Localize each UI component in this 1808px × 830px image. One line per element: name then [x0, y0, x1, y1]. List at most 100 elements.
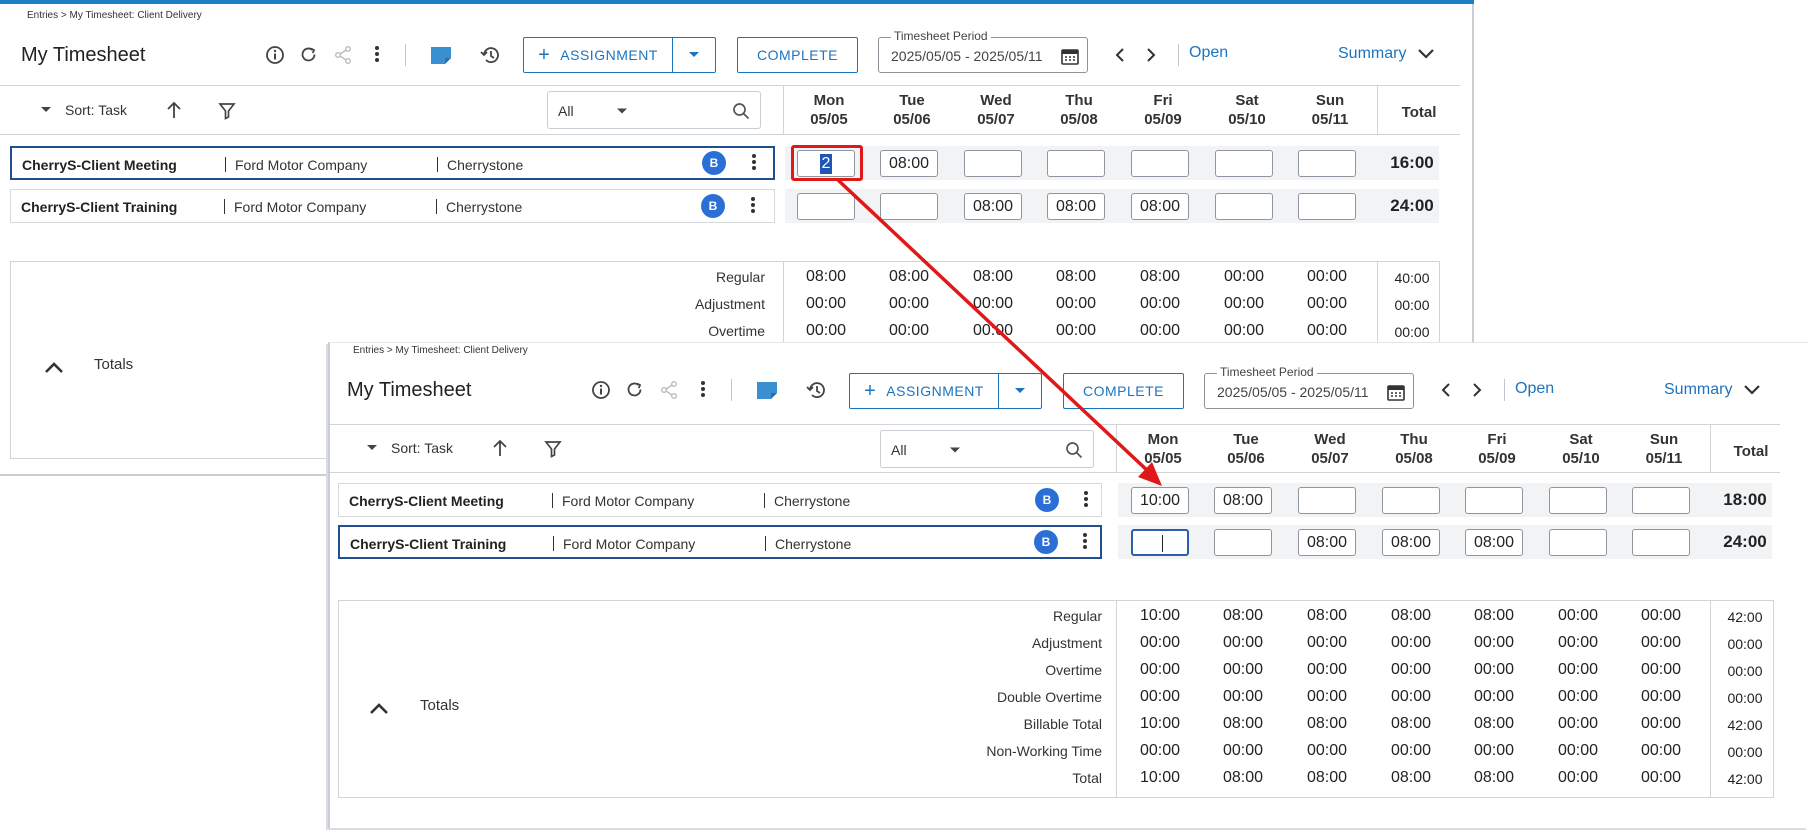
sort-label[interactable]: Sort: Task [391, 440, 453, 456]
filter-icon[interactable] [218, 102, 236, 120]
totals-row-total: 00:00 [1727, 636, 1763, 652]
time-input[interactable]: 08:00 [880, 150, 938, 177]
task-row-meeting[interactable]: CherryS-Client Meeting Ford Motor Compan… [338, 483, 1102, 517]
time-input[interactable] [1215, 193, 1273, 220]
time-input[interactable]: 08:00 [1214, 487, 1272, 514]
timesheet-period-field[interactable]: Timesheet Period 2025/05/05 - 2025/05/11 [1204, 365, 1414, 409]
row-total: 24:00 [1723, 532, 1767, 551]
time-input[interactable]: 08:00 [1382, 529, 1440, 556]
search-icon [733, 103, 750, 120]
billable-badge: B [1035, 488, 1059, 512]
add-assignment-button[interactable]: + ASSIGNMENT [523, 37, 673, 73]
day-header-tue: Tue 05/06 [1227, 431, 1265, 467]
totals-cell: 08:00 [1306, 769, 1348, 786]
time-input[interactable] [1465, 487, 1523, 514]
task-filter-select[interactable]: All [880, 430, 1094, 468]
collapse-totals-icon[interactable] [44, 360, 64, 374]
timesheet-period-field[interactable]: Timesheet Period 2025/05/05 - 2025/05/11 [878, 29, 1088, 73]
time-input[interactable] [1298, 487, 1356, 514]
complete-button[interactable]: COMPLETE [737, 37, 858, 73]
sort-caret-icon[interactable] [40, 106, 52, 114]
totals-cell: 00:00 [1390, 742, 1432, 759]
row-menu-icon[interactable] [1083, 491, 1089, 509]
totals-cell: 08:00 [1390, 715, 1432, 732]
info-icon[interactable] [264, 44, 286, 66]
status-open-link[interactable]: Open [1189, 44, 1228, 62]
time-input[interactable] [1382, 487, 1440, 514]
caret-down-icon [689, 52, 699, 57]
summary-toggle[interactable]: Summary [1664, 381, 1761, 399]
time-input[interactable] [1298, 150, 1356, 177]
time-input[interactable]: 08:00 [1465, 529, 1523, 556]
filter-icon[interactable] [544, 440, 562, 458]
sort-label[interactable]: Sort: Task [65, 102, 127, 118]
sort-caret-icon[interactable] [366, 444, 378, 452]
row-total: 16:00 [1390, 153, 1434, 172]
collapse-totals-icon[interactable] [369, 701, 389, 715]
time-input[interactable] [797, 193, 855, 220]
more-options-icon[interactable] [700, 381, 706, 399]
sort-ascending-icon[interactable] [166, 100, 182, 120]
totals-cell: 00:00 [1473, 742, 1515, 759]
sort-ascending-icon[interactable] [492, 438, 508, 458]
previous-period-icon[interactable] [1110, 44, 1130, 66]
status-open-link[interactable]: Open [1515, 380, 1554, 398]
more-options-icon[interactable] [374, 46, 380, 64]
previous-period-icon[interactable] [1436, 379, 1456, 401]
time-input[interactable]: 08:00 [1298, 529, 1356, 556]
breadcrumb[interactable]: Entries > My Timesheet: Client Delivery [27, 10, 202, 21]
totals-cell: 08:00 [1306, 607, 1348, 624]
history-icon[interactable] [478, 44, 502, 66]
time-input[interactable] [1632, 487, 1690, 514]
time-input[interactable] [1298, 193, 1356, 220]
time-input[interactable]: 08:00 [1131, 193, 1189, 220]
note-icon[interactable] [428, 44, 454, 66]
assignment-dropdown-button[interactable] [999, 373, 1042, 409]
history-icon[interactable] [804, 379, 828, 401]
page-title: My Timesheet [347, 379, 472, 401]
totals-title: Totals [420, 697, 460, 714]
time-input[interactable] [1131, 529, 1189, 556]
time-input[interactable] [1215, 150, 1273, 177]
complete-button[interactable]: COMPLETE [1063, 373, 1184, 409]
time-input[interactable] [1047, 150, 1105, 177]
info-icon[interactable] [590, 379, 612, 401]
summary-toggle[interactable]: Summary [1338, 45, 1435, 63]
share-icon[interactable] [658, 379, 680, 401]
task-row-training[interactable]: CherryS-Client Training Ford Motor Compa… [10, 189, 775, 223]
time-input[interactable] [1214, 529, 1272, 556]
time-input[interactable]: 10:00 [1131, 487, 1189, 514]
add-assignment-button[interactable]: + ASSIGNMENT [849, 373, 999, 409]
caret-down-icon [950, 447, 960, 453]
row-menu-icon[interactable] [1082, 533, 1088, 551]
time-input[interactable] [1549, 529, 1607, 556]
breadcrumb[interactable]: Entries > My Timesheet: Client Delivery [353, 345, 528, 356]
task-row-training[interactable]: CherryS-Client Training Ford Motor Compa… [338, 525, 1102, 559]
row-menu-icon[interactable] [751, 154, 757, 172]
next-period-icon[interactable] [1141, 44, 1161, 66]
caret-down-icon [617, 108, 627, 114]
calendar-icon [1387, 385, 1405, 401]
share-icon[interactable] [332, 44, 354, 66]
search-icon [1066, 442, 1083, 459]
time-input[interactable] [1549, 487, 1607, 514]
refresh-icon[interactable] [298, 44, 320, 66]
assignment-dropdown-button[interactable] [673, 37, 716, 73]
next-period-icon[interactable] [1467, 379, 1487, 401]
task-filter-select[interactable]: All [547, 91, 761, 129]
task-row-meeting[interactable]: CherryS-Client Meeting Ford Motor Compan… [10, 146, 775, 180]
page-title: My Timesheet [21, 44, 146, 66]
note-icon[interactable] [754, 379, 780, 401]
time-input[interactable] [1632, 529, 1690, 556]
time-input[interactable] [964, 150, 1022, 177]
time-input[interactable] [880, 193, 938, 220]
totals-cell: 08:00 [1473, 607, 1515, 624]
totals-cell: 00:00 [1640, 688, 1682, 705]
totals-row-label: Regular [715, 269, 765, 285]
totals-cell: 08:00 [1473, 769, 1515, 786]
row-menu-icon[interactable] [750, 197, 756, 215]
time-input[interactable]: 08:00 [1047, 193, 1105, 220]
time-input[interactable]: 08:00 [964, 193, 1022, 220]
refresh-icon[interactable] [624, 379, 646, 401]
time-input[interactable] [1131, 150, 1189, 177]
